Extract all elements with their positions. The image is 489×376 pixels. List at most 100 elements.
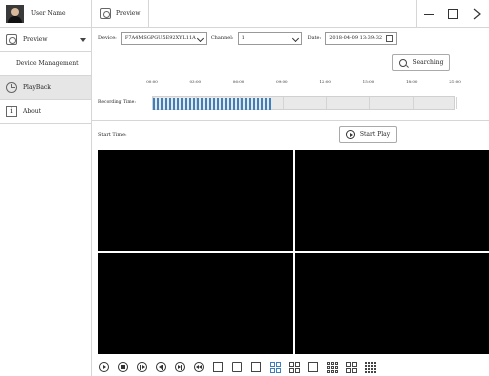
- tab-label: Preview: [116, 10, 141, 17]
- recording-segment: [189, 98, 192, 110]
- sidebar-item-about[interactable]: i About: [0, 100, 91, 124]
- recording-segment: [205, 98, 208, 110]
- device-select[interactable]: F7A4MSGPGU5E92XYL11A: [120, 31, 207, 45]
- divider: [92, 120, 489, 121]
- fast-forward-icon: [175, 362, 185, 372]
- prev-icon: [194, 362, 204, 372]
- blank-icon: [6, 58, 10, 69]
- calendar-icon[interactable]: [386, 34, 394, 42]
- recording-segment: [169, 98, 172, 110]
- window-controls: [416, 0, 489, 28]
- sidebar-item-label: Preview: [23, 36, 48, 43]
- searching-label: Searching: [412, 59, 444, 66]
- channel-label: Channel:: [210, 35, 234, 41]
- layout-6-button[interactable]: [288, 361, 300, 373]
- grid-line: [282, 97, 284, 109]
- snapshot-button[interactable]: [212, 361, 224, 373]
- video-grid: [98, 150, 489, 354]
- tick-label: 15:00: [362, 79, 375, 84]
- minimize-button[interactable]: [417, 0, 441, 28]
- user-header[interactable]: User Name: [0, 0, 91, 28]
- sidebar-item-preview[interactable]: Preview: [0, 28, 91, 52]
- sidebar-item-label: Device Management: [16, 60, 79, 67]
- start-time-label: Start Time:: [98, 132, 127, 138]
- recording-segment: [201, 98, 204, 110]
- video-pane[interactable]: [294, 150, 489, 251]
- recording-segment: [209, 98, 212, 110]
- play-icon: [345, 130, 355, 139]
- device-value: F7A4MSGPGU5E92XYL11A: [124, 35, 196, 41]
- layout-9-button[interactable]: [326, 361, 338, 373]
- device-label: Device:: [98, 35, 117, 41]
- layout-16-button[interactable]: [364, 361, 376, 373]
- maximize-button[interactable]: [441, 0, 465, 28]
- recording-segment: [193, 98, 196, 110]
- layout-13-icon: [345, 361, 357, 373]
- tick-label: 03:00: [189, 79, 202, 84]
- tick-label: 06:00: [232, 79, 245, 84]
- layout-8-icon: [308, 362, 318, 372]
- grid-line: [326, 97, 328, 109]
- stop-button[interactable]: [117, 361, 129, 373]
- date-label: Date:: [307, 35, 322, 41]
- rewind-button[interactable]: [155, 361, 167, 373]
- layout-4-button[interactable]: [269, 361, 281, 373]
- tick-label: 12:00: [319, 79, 331, 84]
- recording-segment: [233, 98, 236, 110]
- tick-label: 18:00: [405, 79, 418, 84]
- channel-value: 1: [241, 35, 245, 41]
- tick-label: 21:00: [449, 79, 461, 84]
- sidebar-item-device-management[interactable]: Device Management: [0, 52, 91, 76]
- recording-segment: [253, 98, 255, 110]
- timeline-ticks: 00:00 03:00 06:00 09:00 12:00 15:00 18:00 21:00: [146, 79, 461, 89]
- record-button[interactable]: [231, 361, 243, 373]
- tick-label: 00:00: [146, 79, 158, 84]
- filter-row: Device: F7A4MSGPGU5E92XYL11A Channel: 1 …: [98, 31, 483, 45]
- avatar: [6, 4, 24, 23]
- chevron-right-icon: [473, 8, 481, 20]
- play-icon: [99, 362, 109, 372]
- recording-segment: [269, 98, 271, 110]
- tab-preview[interactable]: Preview: [92, 0, 150, 28]
- prev-button[interactable]: [193, 361, 205, 373]
- snapshot-icon: [213, 362, 223, 372]
- recording-segment: [241, 98, 243, 110]
- video-pane[interactable]: [294, 253, 489, 354]
- video-pane[interactable]: [98, 150, 293, 251]
- start-play-button[interactable]: Start Play: [339, 126, 397, 143]
- search-icon: [398, 58, 407, 67]
- fast-forward-button[interactable]: [174, 361, 186, 373]
- camera-icon: [6, 34, 17, 45]
- chevron-down-icon: [196, 34, 204, 42]
- play-button[interactable]: [98, 361, 110, 373]
- start-play-label: Start Play: [359, 131, 391, 138]
- step-forward-icon: [137, 362, 147, 372]
- layout-8-button[interactable]: [307, 361, 319, 373]
- layout-1-button[interactable]: [250, 361, 262, 373]
- playback-toolbar: [98, 358, 489, 376]
- sidebar-item-playback[interactable]: PlayBack: [0, 76, 91, 100]
- minimize-icon: [424, 13, 434, 15]
- grid-line: [369, 97, 371, 109]
- camera-icon: [100, 8, 111, 19]
- layout-13-button[interactable]: [345, 361, 357, 373]
- recording-segment: [177, 98, 180, 110]
- recording-segment: [173, 98, 176, 110]
- recording-segment: [181, 98, 184, 110]
- close-button[interactable]: [465, 0, 489, 28]
- date-picker[interactable]: 2018-04-09 13:39:32: [325, 31, 398, 45]
- recording-segment: [237, 98, 240, 110]
- sidebar-item-label: About: [23, 108, 42, 115]
- searching-button[interactable]: Searching: [392, 54, 450, 71]
- date-value: 2018-04-09 13:39:32: [329, 35, 383, 41]
- recording-segment: [217, 98, 220, 110]
- sidebar: User Name Preview Device Management Play…: [0, 0, 92, 376]
- channel-select[interactable]: 1: [237, 31, 302, 45]
- clock-icon: [6, 82, 17, 93]
- step-forward-button[interactable]: [136, 361, 148, 373]
- sidebar-item-label: PlayBack: [23, 84, 51, 91]
- tick-label: 09:00: [276, 79, 288, 84]
- recording-segment: [265, 98, 267, 110]
- video-pane[interactable]: [98, 253, 293, 354]
- recording-timeline[interactable]: [152, 96, 457, 110]
